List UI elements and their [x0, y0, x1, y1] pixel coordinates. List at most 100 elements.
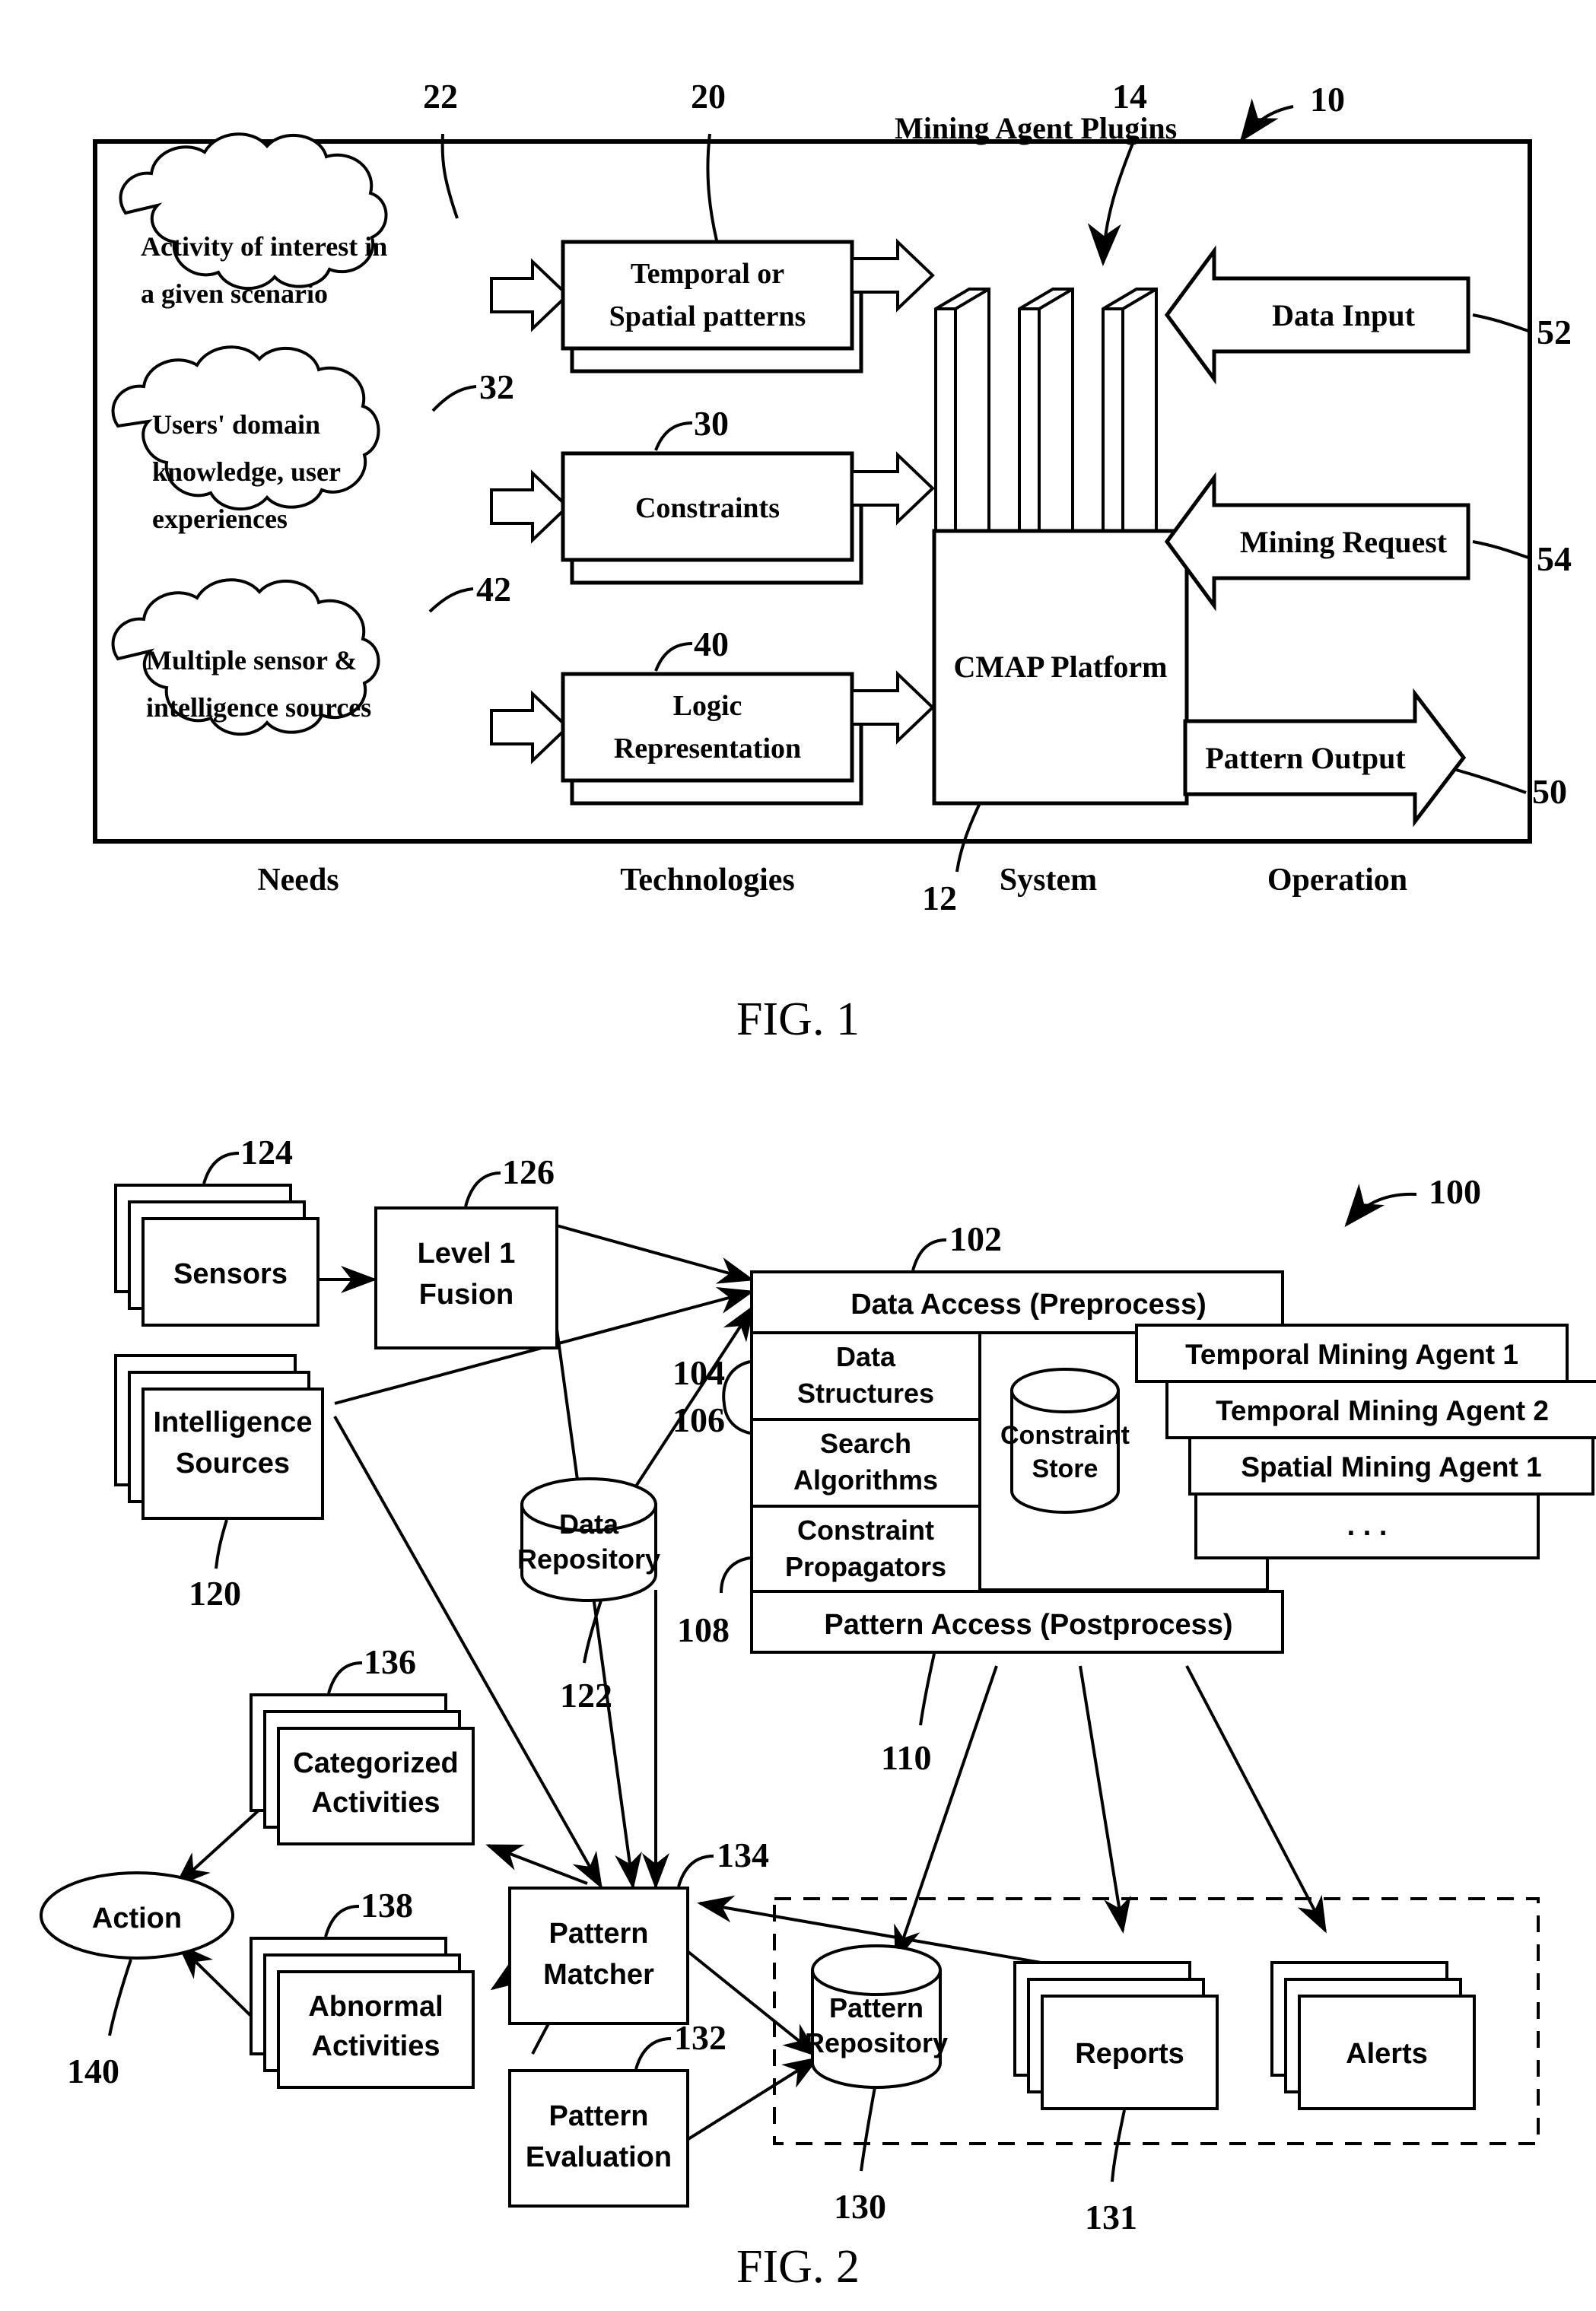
ref-42: 42 — [476, 570, 511, 609]
cloud-users-line-1: Users' domain — [152, 409, 320, 440]
ref-50: 50 — [1532, 772, 1567, 811]
ref-102: 102 — [949, 1219, 1002, 1258]
ref-110: 110 — [881, 1738, 931, 1777]
reports-label: Reports — [1075, 2038, 1184, 2070]
agent-label-spatial-1: Spatial Mining Agent 1 — [1241, 1451, 1541, 1483]
box-level1-fusion — [374, 1206, 558, 1349]
agent-label-temporal-2: Temporal Mining Agent 2 — [1216, 1395, 1549, 1426]
cloud-users-line-3: experiences — [152, 504, 288, 534]
constraint-store-line-1: Constraint — [1000, 1421, 1130, 1450]
leader-131 — [1111, 2109, 1126, 2182]
ref-126: 126 — [502, 1152, 555, 1191]
categorized-activities-line-2: Activities — [312, 1787, 440, 1819]
constraint-propagators-line-1: Constraint — [797, 1515, 934, 1546]
leader-124 — [202, 1152, 240, 1184]
search-algorithms-line-1: Search — [820, 1428, 911, 1459]
pattern-evaluation-line-2: Evaluation — [526, 2141, 672, 2173]
ref-12: 12 — [922, 879, 957, 917]
box-pattern-matcher — [508, 1887, 689, 2025]
tech-logic-line-2: Representation — [614, 733, 801, 765]
leader-10 — [1239, 98, 1294, 143]
cloud-activity-line-2: a given scenario — [141, 278, 328, 309]
constraint-propagators-line-2: Propagators — [785, 1551, 946, 1582]
mining-agent-plugin-slab-2 — [1018, 288, 1074, 554]
data-access-preprocess-label: Data Access (Preprocess) — [850, 1289, 1207, 1321]
pattern-evaluation-line-1: Pattern — [549, 2100, 649, 2132]
leader-100 — [1344, 1183, 1417, 1228]
patent-figure-sheet: Activity of interest in a given scenario… — [0, 0, 1596, 2311]
ref-134: 134 — [717, 1836, 769, 1874]
pattern-repository-line-1: Pattern — [829, 1992, 924, 2023]
figure-2-caption: FIG. 2 — [736, 2241, 860, 2293]
intelligence-sources-line-1: Intelligence — [153, 1407, 312, 1438]
ref-140: 140 — [67, 2052, 119, 2090]
leader-134 — [677, 1855, 714, 1887]
column-label-technologies: Technologies — [620, 863, 794, 898]
data-structures-line-2: Structures — [797, 1378, 934, 1409]
ref-40: 40 — [694, 625, 729, 663]
leader-138 — [324, 1905, 360, 1937]
tech-temporal-line-2: Spatial patterns — [609, 300, 806, 332]
ref-54: 54 — [1537, 539, 1572, 578]
ref-32: 32 — [479, 367, 514, 406]
mining-agent-plugin-slab-3 — [1102, 288, 1158, 554]
ref-30: 30 — [694, 404, 729, 443]
agent-label-ellipsis: . . . — [1347, 1510, 1388, 1542]
ref-20: 20 — [691, 77, 726, 116]
pattern-matcher-line-2: Matcher — [543, 1959, 654, 1991]
ref-138: 138 — [361, 1886, 413, 1925]
ref-22: 22 — [423, 77, 458, 116]
mining-request-label: Mining Request — [1240, 525, 1448, 559]
pattern-output-label: Pattern Output — [1205, 741, 1406, 775]
ref-108: 108 — [677, 1610, 730, 1649]
ref-130: 130 — [834, 2187, 886, 2226]
column-label-needs: Needs — [257, 863, 339, 898]
level1-fusion-line-2: Fusion — [419, 1279, 514, 1311]
ref-10: 10 — [1310, 80, 1345, 119]
ref-14: 14 — [1112, 77, 1147, 116]
cloud-sensor-line-2: intelligence sources — [146, 692, 371, 723]
leader-120 — [215, 1519, 228, 1569]
data-repository-line-1: Data — [559, 1508, 619, 1540]
leader-104 — [722, 1360, 751, 1435]
level1-fusion-line-1: Level 1 — [418, 1238, 516, 1270]
cloud-activity-line-1: Activity of interest in — [141, 231, 387, 262]
leader-140 — [108, 1959, 132, 2036]
categorized-activities-line-1: Categorized — [293, 1747, 458, 1779]
tech-logic-line-1: Logic — [673, 690, 742, 722]
mining-agent-plugins-label: Mining Agent Plugins — [895, 111, 1177, 145]
action-label: Action — [92, 1903, 182, 1934]
leader-132 — [634, 2037, 672, 2070]
cloud-sensor-line-1: Multiple sensor & — [146, 645, 357, 675]
stacked-box-alerts — [1270, 1961, 1476, 2110]
tech-temporal-line-1: Temporal or — [631, 258, 784, 290]
alerts-label: Alerts — [1346, 2038, 1428, 2070]
ref-132: 132 — [674, 2018, 726, 2057]
cloud-users-line-2: knowledge, user — [152, 456, 341, 487]
ref-124: 124 — [240, 1133, 293, 1171]
box-pattern-evaluation — [508, 2069, 689, 2208]
ref-136: 136 — [364, 1642, 416, 1681]
ref-52: 52 — [1537, 313, 1572, 351]
ref-122: 122 — [560, 1676, 612, 1715]
cmap-platform-label: CMAP Platform — [953, 650, 1167, 684]
stacked-box-sensors — [114, 1184, 320, 1327]
leader-108 — [720, 1556, 751, 1594]
stacked-box-reports — [1013, 1961, 1219, 2110]
ref-104: 104 — [672, 1353, 725, 1392]
leader-126 — [464, 1171, 501, 1207]
data-input-label: Data Input — [1272, 298, 1416, 332]
abnormal-activities-line-2: Activities — [312, 2030, 440, 2062]
ref-106: 106 — [672, 1400, 725, 1439]
tech-constraints-label: Constraints — [635, 492, 780, 524]
pattern-matcher-line-1: Pattern — [549, 1918, 649, 1950]
column-label-system: System — [1000, 863, 1097, 898]
data-repository-line-2: Repository — [517, 1543, 660, 1575]
ref-120: 120 — [189, 1574, 241, 1613]
leader-136 — [327, 1661, 363, 1694]
pattern-repository-line-2: Repository — [805, 2027, 948, 2058]
search-algorithms-line-2: Algorithms — [793, 1464, 938, 1496]
sensors-label: Sensors — [173, 1258, 288, 1290]
mining-agent-plugin-slab-1 — [934, 288, 990, 554]
figure-1-caption: FIG. 1 — [736, 993, 860, 1045]
